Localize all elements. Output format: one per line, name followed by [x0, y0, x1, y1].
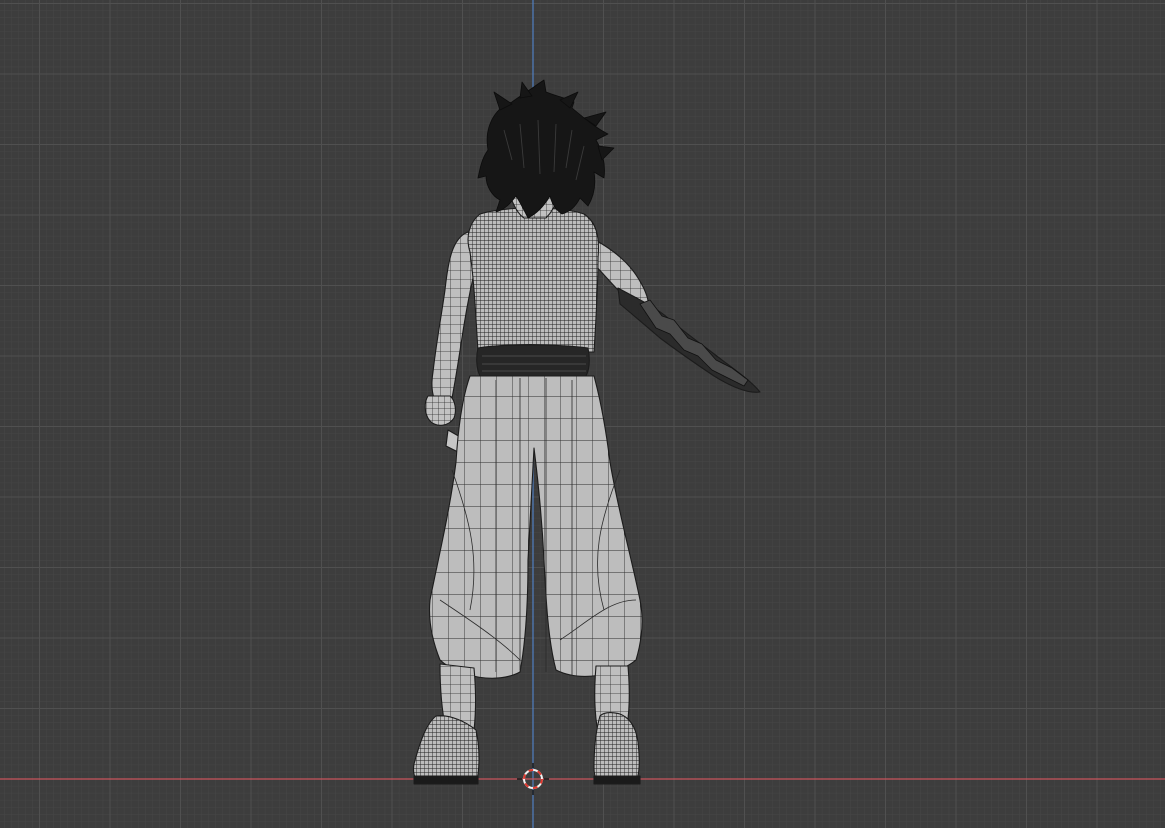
torso-mesh: [467, 207, 600, 380]
pants-mesh: [428, 375, 643, 679]
hair-mesh: [477, 79, 615, 219]
character-mesh[interactable]: [412, 79, 761, 785]
3d-viewport[interactable]: [0, 0, 1165, 828]
viewport-canvas[interactable]: [0, 0, 1165, 828]
right-arm-mesh: [591, 237, 761, 393]
